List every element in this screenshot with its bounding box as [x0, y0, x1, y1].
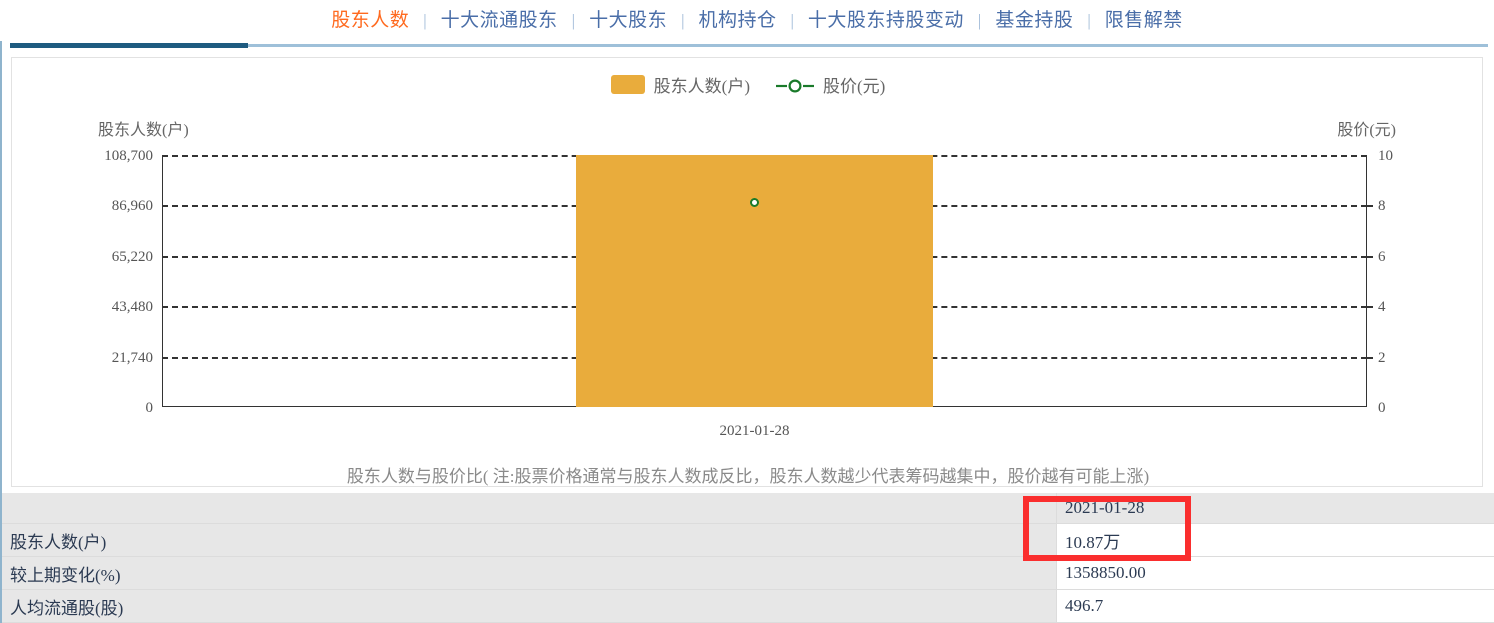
row-spacer [1217, 523, 1494, 557]
y-left-tick-1: 21,740 [111, 349, 153, 366]
y-right-tickmark-4 [1367, 306, 1373, 309]
y-right-tick-5: 10 [1378, 148, 1393, 164]
chart-legend: 股东人数(户) 股价(元) [12, 72, 1484, 97]
tab-bar: 股东人数 | 十大流通股东 | 十大股东 | 机构持仓 | 十大股东持股变动 |… [0, 0, 1494, 41]
table-header-metric [2, 493, 1057, 524]
row-spacer [1217, 589, 1494, 623]
table-row: 股东人数(户) 10.87万 [2, 523, 1494, 557]
tab-restricted-share-release[interactable]: 限售解禁 [1091, 11, 1197, 30]
chart-card: 股东人数(户) 股价(元) 股东人数(户) 股价(元) 108,700 86,9… [11, 57, 1483, 487]
y-right-tickmark-6 [1367, 255, 1373, 258]
tab-top10-tradable[interactable]: 十大流通股东 [427, 11, 572, 30]
tab-top10-shareholders[interactable]: 十大股东 [575, 11, 681, 30]
table-header-spacer [1217, 493, 1494, 524]
y-right-tickmark-2 [1367, 356, 1373, 359]
table-row: 较上期变化(%) 1358850.00 [2, 556, 1494, 590]
rule-dark-segment [10, 43, 248, 48]
shareholder-data-table: 2021-01-28 股东人数(户) 10.87万 较上期变化(%) 13588… [2, 493, 1494, 623]
y-left-tick-5: 108,700 [104, 148, 153, 164]
tab-institutional-holdings[interactable]: 机构持仓 [684, 11, 790, 30]
legend-line-circle-icon [776, 78, 814, 93]
row-value-shareholder-count: 10.87万 [1056, 523, 1217, 557]
legend-item-shareholder-count[interactable]: 股东人数(户) [610, 72, 750, 97]
legend-label-shareholder-count: 股东人数(户) [653, 77, 750, 96]
plot-area: 108,700 86,960 65,220 43,480 21,740 0 10… [104, 149, 1393, 440]
tab-underline-rule [10, 43, 1488, 48]
legend-item-stock-price[interactable]: 股价(元) [776, 72, 885, 97]
tab-fund-holdings[interactable]: 基金持股 [981, 11, 1087, 30]
row-label-avg-tradable-shares: 人均流通股(股) [2, 589, 1057, 623]
row-label-change-vs-prev: 较上期变化(%) [2, 556, 1057, 590]
legend-square-icon [610, 75, 645, 94]
x-axis-tick-label: 2021-01-28 [719, 423, 790, 439]
y-left-tick-0: 0 [145, 400, 154, 416]
y-right-tickmark-8 [1367, 205, 1373, 208]
y-axis-right-title: 股价(元) [1337, 122, 1396, 139]
row-value-change-vs-prev: 1358850.00 [1056, 556, 1217, 590]
legend-label-stock-price: 股价(元) [823, 77, 886, 96]
y-right-tick-3: 6 [1378, 248, 1386, 265]
tab-list: 股东人数 | 十大流通股东 | 十大股东 | 机构持仓 | 十大股东持股变动 |… [297, 11, 1197, 30]
y-axis-left-title: 股东人数(户) [98, 122, 189, 139]
tab-top10-holding-changes[interactable]: 十大股东持股变动 [794, 11, 978, 30]
y-right-tick-4: 8 [1378, 198, 1386, 215]
y-right-tick-2: 4 [1378, 299, 1386, 316]
tab-shareholder-count[interactable]: 股东人数 [317, 11, 423, 30]
row-value-avg-tradable-shares: 496.7 [1056, 589, 1217, 623]
y-right-tick-0: 0 [1378, 400, 1386, 416]
table-header-date-2021-01-28: 2021-01-28 [1056, 493, 1217, 524]
y-left-tick-3: 65,220 [111, 248, 153, 265]
y-left-tick-2: 43,480 [111, 299, 153, 316]
table-row: 人均流通股(股) 496.7 [2, 589, 1494, 623]
y-right-tick-1: 2 [1378, 349, 1386, 366]
chart-caption: 股东人数与股价比( 注:股票价格通常与股东人数成反比，股东人数越少代表筹码越集中… [346, 467, 1150, 486]
y-left-tick-4: 86,960 [111, 198, 153, 215]
row-spacer [1217, 556, 1494, 590]
price-point-2021-01-28[interactable] [750, 198, 759, 207]
bar-2021-01-28[interactable] [576, 155, 933, 407]
row-label-shareholder-count: 股东人数(户) [2, 523, 1057, 557]
table-header-row: 2021-01-28 [2, 493, 1494, 524]
